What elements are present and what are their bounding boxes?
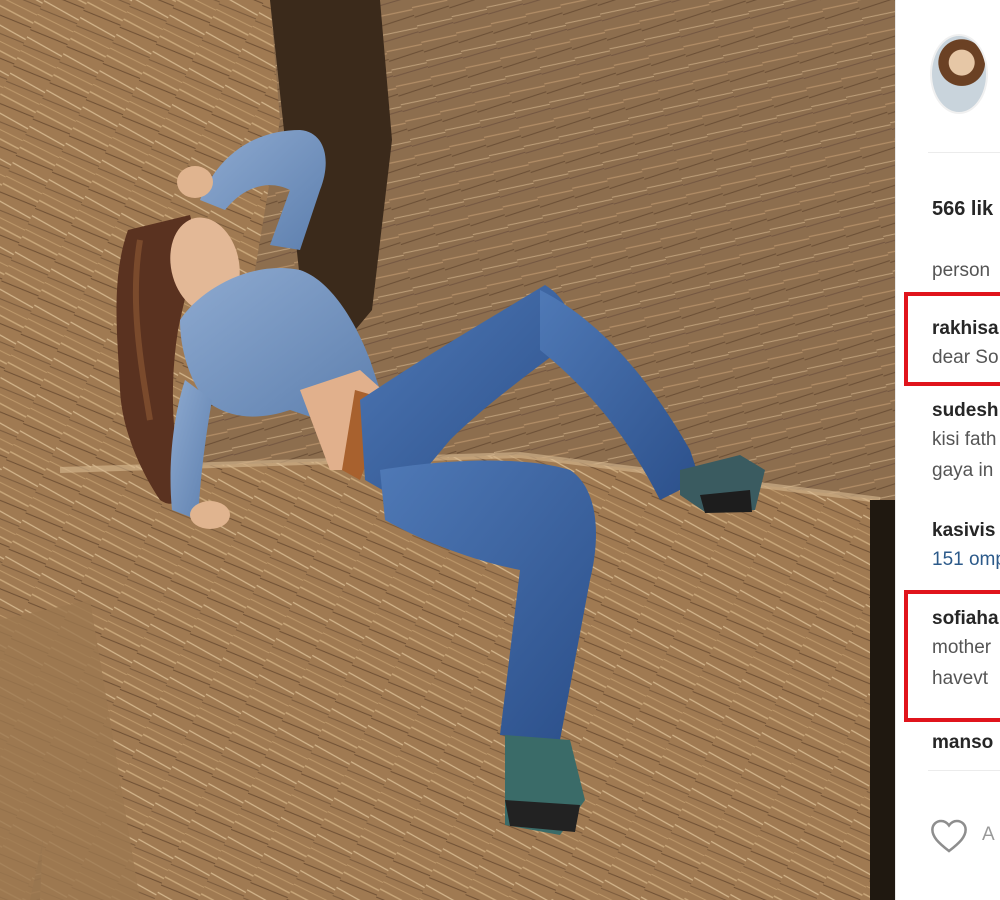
comment-username[interactable]: kasivis bbox=[932, 518, 1000, 544]
comment-username[interactable]: manso bbox=[932, 730, 993, 756]
comment-link[interactable]: 151 omp bbox=[932, 544, 1000, 575]
likes-count[interactable]: 566 lik bbox=[932, 198, 993, 221]
comment-username[interactable]: sudesh bbox=[932, 398, 999, 424]
add-comment-input[interactable]: A bbox=[982, 824, 995, 846]
caption-text: person bbox=[932, 260, 991, 281]
avatar[interactable] bbox=[930, 34, 988, 114]
comment-panel: 566 lik person rakhisa dear So sudesh ki… bbox=[895, 0, 1000, 900]
highlight-box bbox=[904, 292, 1000, 386]
comment-item: manso bbox=[932, 730, 993, 756]
header-divider bbox=[928, 152, 1000, 153]
post-photo[interactable] bbox=[0, 0, 895, 900]
comment-text: kisi fath bbox=[932, 429, 997, 450]
highlight-box bbox=[904, 590, 1000, 722]
comment-text: gaya in bbox=[932, 460, 994, 481]
footer-divider bbox=[928, 770, 1000, 771]
comment-item: sudesh kisi fath gaya in bbox=[932, 398, 999, 486]
heart-outline-icon[interactable] bbox=[930, 818, 968, 854]
post-photo-art bbox=[0, 0, 895, 900]
comment-item: kasivis 151 omp bbox=[932, 518, 1000, 575]
